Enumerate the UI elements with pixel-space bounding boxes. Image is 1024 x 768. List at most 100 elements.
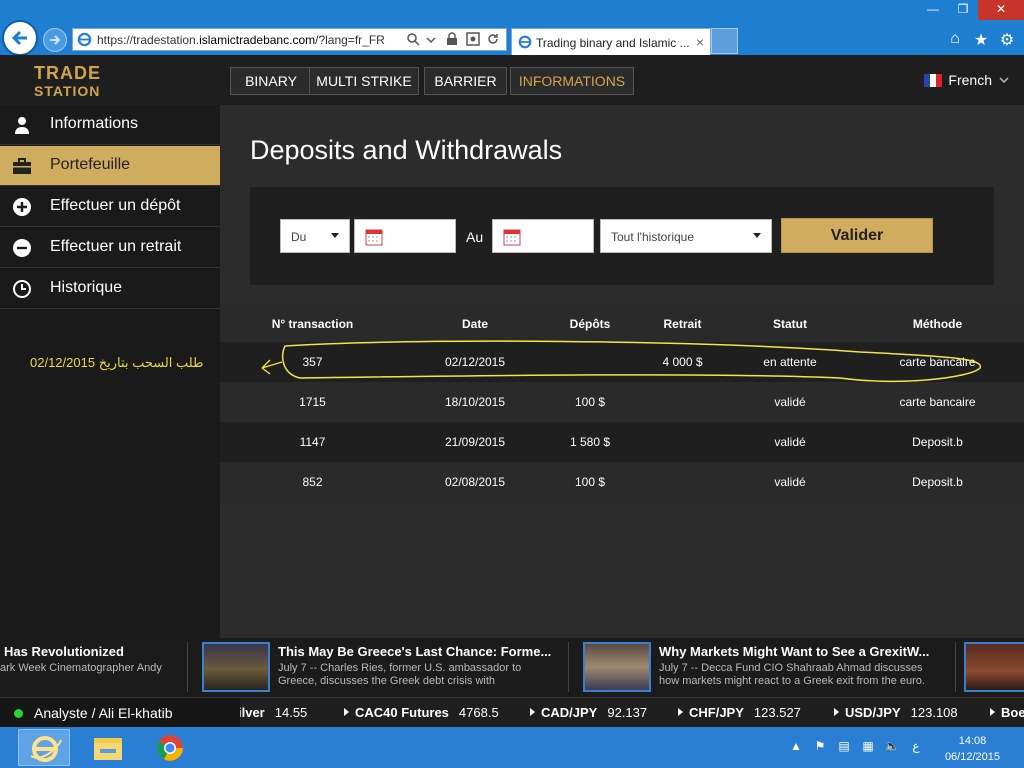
restore-icon[interactable]: ❐ <box>948 0 978 20</box>
forward-button[interactable] <box>43 28 67 52</box>
nav-informations[interactable]: INFORMATIONS <box>510 67 634 95</box>
quote-item[interactable]: CAD/JPY 92.137 <box>530 705 647 720</box>
browser-chrome: https://tradestation.islamictradebanc.co… <box>0 0 1024 56</box>
sidebar-item-label: Portefeuille <box>50 156 131 173</box>
home-icon[interactable]: ⌂ <box>946 30 964 50</box>
top-navigation: BINARY MULTI STRIKE BARRIER INFORMATIONS… <box>220 55 1024 105</box>
quotes-bar: ilver 14.55 CAC40 Futures 4768.5 CAD/JPY 92… <box>0 697 1024 727</box>
sidebar: Informations Portefeuille Effectuer un d… <box>0 105 220 638</box>
cell-deposit: 100 $ <box>574 475 606 489</box>
action-center-icon[interactable]: ⚑ <box>812 739 828 753</box>
sidebar-item-portefeuille[interactable]: Portefeuille <box>0 146 220 186</box>
address-bar[interactable]: https://tradestation.islamictradebanc.co… <box>72 28 507 51</box>
logo[interactable]: TRADE STATION <box>0 55 220 105</box>
system-tray: ▲ ⚑ ▤ ▦ 🔈 ع <box>788 739 924 753</box>
quote-value: 123.527 <box>753 705 801 720</box>
minimize-icon[interactable]: — <box>918 0 948 20</box>
tray-expand-icon[interactable]: ▲ <box>788 739 804 753</box>
sidebar-item-withdrawal[interactable]: Effectuer un retrait <box>0 228 220 268</box>
play-arrow-icon <box>990 708 995 716</box>
settings-gear-icon[interactable]: ⚙ <box>998 30 1016 50</box>
news-item[interactable]: Has Revolutionized ark Week Cinematograp… <box>0 638 185 697</box>
nav-binary[interactable]: BINARY <box>230 67 312 95</box>
lock-icon[interactable] <box>446 32 460 46</box>
news-item[interactable]: Why Markets Might Want to See a GrexitW.… <box>583 638 953 697</box>
user-icon <box>15 117 29 134</box>
main-content: Deposits and Withdrawals Du Au Tout l'hi… <box>220 105 1024 638</box>
play-arrow-icon <box>344 708 349 716</box>
handwritten-annotation: طلب السحب بتاريخ 02/12/2015 <box>30 355 204 370</box>
browser-tab[interactable]: Trading binary and Islamic ... × <box>511 28 711 55</box>
news-description: ark Week Cinematographer Andy <box>0 662 162 674</box>
table-row[interactable]: 1147 21/09/2015 1 580 $ validé Deposit.b <box>220 422 1024 462</box>
network-icon[interactable]: ▦ <box>860 739 876 753</box>
page-title: Deposits and Withdrawals <box>250 135 563 165</box>
table-header-row: N° transaction Date Dépôts Retrait Statu… <box>220 305 1024 342</box>
user-status[interactable]: Analyste / Ali El-khatib <box>0 698 240 727</box>
taskbar-ie-button[interactable] <box>18 729 70 766</box>
new-tab-button[interactable] <box>711 28 738 54</box>
header-deposits: Dépôts <box>569 316 611 331</box>
quote-value: 14.55 <box>274 705 308 720</box>
validate-button[interactable]: Valider <box>781 218 933 253</box>
from-date-input[interactable] <box>354 219 456 253</box>
minus-circle-icon <box>13 239 31 257</box>
sidebar-item-label: Historique <box>50 279 123 296</box>
language-selector[interactable]: French <box>924 72 1010 88</box>
to-date-input[interactable] <box>492 219 594 253</box>
back-button[interactable] <box>2 20 38 56</box>
table-row[interactable]: 1715 18/10/2015 100 $ validé carte banca… <box>220 382 1024 422</box>
system-clock[interactable]: 14:08 06/12/2015 <box>945 733 1000 765</box>
chevron-down-icon <box>999 77 1009 84</box>
address-url: https://tradestation.islamictradebanc.co… <box>97 33 385 47</box>
cell-withdrawal <box>640 422 725 462</box>
quote-item[interactable]: CHF/JPY 123.527 <box>678 705 801 720</box>
clock-time: 14:08 <box>958 735 987 747</box>
window-close-icon[interactable]: ✕ <box>978 0 1024 20</box>
sidebar-item-informations[interactable]: Informations <box>0 105 220 145</box>
table-row[interactable]: 357 02/12/2015 4 000 $ en attente carte … <box>220 342 1024 382</box>
briefcase-icon <box>13 158 31 174</box>
quote-item[interactable]: CAC40 Futures 4768.5 <box>344 705 499 720</box>
sidebar-item-label: Informations <box>50 115 139 132</box>
cell-withdrawal <box>640 382 725 422</box>
folder-icon <box>94 738 122 760</box>
cell-withdrawal: 4 000 $ <box>662 355 703 369</box>
tab-close-icon[interactable]: × <box>696 34 704 50</box>
input-language-indicator[interactable]: ع <box>908 739 924 753</box>
filter-panel: Du Au Tout l'historique Valider <box>250 187 994 285</box>
news-title: Why Markets Might Want to See a GrexitW.… <box>659 644 930 659</box>
cell-deposit: 100 $ <box>574 395 606 409</box>
nav-multi-strike[interactable]: MULTI STRIKE <box>309 67 419 95</box>
quote-item[interactable]: USD/JPY 123.108 <box>834 705 958 720</box>
sidebar-item-deposit[interactable]: Effectuer un dépôt <box>0 187 220 227</box>
volume-icon[interactable]: 🔈 <box>884 739 900 753</box>
quote-item[interactable]: Boe <box>990 705 1024 720</box>
taskbar-chrome-button[interactable] <box>144 729 196 766</box>
cell-method: Deposit.b <box>912 435 963 449</box>
history-select[interactable]: Tout l'historique <box>600 219 772 253</box>
certificate-icon[interactable] <box>466 32 480 46</box>
table-row[interactable]: 852 02/08/2015 100 $ validé Deposit.b <box>220 462 1024 502</box>
refresh-icon[interactable] <box>486 32 500 46</box>
search-icon[interactable] <box>406 32 420 46</box>
cell-transaction-number: 1147 <box>299 435 326 449</box>
device-icon[interactable]: ▤ <box>836 739 852 753</box>
quote-item[interactable]: ilver 14.55 <box>238 705 307 720</box>
chrome-icon <box>157 735 183 761</box>
news-ticker: Has Revolutionized ark Week Cinematograp… <box>0 638 1024 697</box>
nav-barrier[interactable]: BARRIER <box>424 67 507 95</box>
taskbar-explorer-button[interactable] <box>82 729 134 766</box>
ie-tab-icon <box>518 35 532 49</box>
favorites-star-icon[interactable]: ★ <box>972 30 990 50</box>
news-description: July 7 -- Charles Ries, former U.S. amba… <box>278 662 522 687</box>
cell-status: validé <box>774 435 806 449</box>
sidebar-item-history[interactable]: Historique <box>0 269 220 309</box>
sidebar-item-label: Effectuer un retrait <box>50 238 182 255</box>
news-divider <box>568 642 569 692</box>
calendar-icon <box>365 229 383 246</box>
news-item[interactable] <box>964 638 1024 697</box>
from-select[interactable]: Du <box>280 219 350 253</box>
dropdown-icon[interactable] <box>426 32 440 46</box>
news-item[interactable]: This May Be Greece's Last Chance: Forme.… <box>202 638 567 697</box>
